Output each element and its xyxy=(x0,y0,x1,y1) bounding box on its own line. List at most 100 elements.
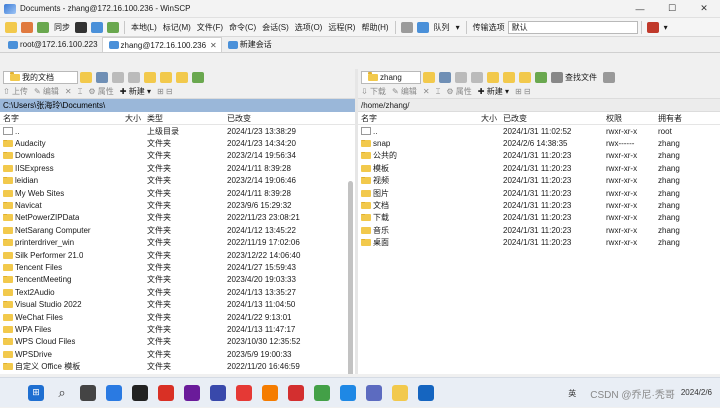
table-row[interactable]: 文档 2024/1/31 11:20:23 rwxr-xr-x zhang xyxy=(358,199,720,211)
app-icon[interactable] xyxy=(262,384,278,401)
language-indicator[interactable]: 英 xyxy=(568,388,576,399)
open-folder-icon[interactable] xyxy=(423,71,435,83)
local-drive-select[interactable]: 我的文档 xyxy=(3,70,78,84)
winscp-task-icon[interactable] xyxy=(366,384,382,401)
menu-sync[interactable]: 同步 xyxy=(51,22,73,33)
col-owner[interactable]: 拥有者 xyxy=(658,113,708,124)
table-row[interactable]: Text2Audio 文件夹 2024/1/13 13:35:27 xyxy=(0,286,355,298)
compare-icon[interactable] xyxy=(21,21,33,33)
edit-button[interactable]: ✎ 编辑 xyxy=(392,86,417,97)
menu-session[interactable]: 会话(S) xyxy=(259,22,292,33)
download-button[interactable]: ⇩ 下载 xyxy=(361,86,386,97)
local-scrollbar[interactable] xyxy=(348,181,353,391)
putty-icon[interactable] xyxy=(107,21,119,33)
table-row[interactable]: Tencent Files 文件夹 2024/1/27 15:59:43 xyxy=(0,261,355,273)
menu-queue[interactable]: 队列 xyxy=(431,22,453,33)
table-row[interactable]: 视频 2024/1/31 11:20:23 rwxr-xr-x zhang xyxy=(358,175,720,187)
app-icon[interactable] xyxy=(418,384,434,401)
folder-icon[interactable] xyxy=(5,21,17,33)
table-row[interactable]: .. 上级目录 2024/1/23 13:38:29 xyxy=(0,125,355,137)
table-row[interactable]: WeChat Files 文件夹 2024/1/22 9:13:01 xyxy=(0,311,355,323)
parent-dir-icon[interactable] xyxy=(487,71,499,83)
minimize-button[interactable]: — xyxy=(624,0,656,18)
table-row[interactable]: 图片 2024/1/31 11:20:23 rwxr-xr-x zhang xyxy=(358,187,720,199)
table-row[interactable]: NetSarang Computer 文件夹 2024/1/12 13:45:22 xyxy=(0,224,355,236)
table-row[interactable]: Silk Performer 21.0 文件夹 2023/12/22 14:06:4… xyxy=(0,249,355,261)
windows-start-icon[interactable]: ⊞ xyxy=(28,384,44,401)
menu-mark[interactable]: 标记(M) xyxy=(160,22,194,33)
table-row[interactable]: snap 2024/2/6 14:38:35 rwx------ zhang xyxy=(358,137,720,149)
file-explorer-icon[interactable] xyxy=(392,384,408,401)
parent-dir-icon[interactable] xyxy=(144,71,156,83)
table-row[interactable]: NetPowerZIPData 文件夹 2022/11/23 23:08:21 xyxy=(0,212,355,224)
local-path-bar[interactable]: C:\Users\张海玲\Documents\ xyxy=(0,99,355,112)
table-row[interactable]: 公共的 2024/1/31 11:20:23 rwxr-xr-x zhang xyxy=(358,150,720,162)
edge-icon[interactable] xyxy=(106,384,122,401)
table-row[interactable]: .. 2024/1/31 11:02:52 rwxr-xr-x root xyxy=(358,125,720,137)
refresh-icon[interactable] xyxy=(535,71,547,83)
remote-dir-select[interactable]: zhang xyxy=(361,70,421,84)
table-row[interactable]: Visual Studio 2022 文件夹 2024/1/13 11:04:50 xyxy=(0,298,355,310)
terminal-icon[interactable] xyxy=(75,21,87,33)
root-dir-icon[interactable] xyxy=(160,71,172,83)
table-row[interactable]: WPSDrive 文件夹 2023/5/9 19:00:33 xyxy=(0,348,355,360)
console-icon[interactable] xyxy=(91,21,103,33)
table-row[interactable]: 下载 2024/1/31 11:20:23 rwxr-xr-x zhang xyxy=(358,212,720,224)
chevron-down-icon[interactable]: ▾ xyxy=(453,23,463,32)
table-row[interactable]: WPS Cloud Files 文件夹 2023/10/30 12:35:52 xyxy=(0,336,355,348)
table-row[interactable]: printerdriver_win 文件夹 2022/11/19 17:02:06 xyxy=(0,237,355,249)
col-name[interactable]: 名字 xyxy=(358,113,448,124)
col-type[interactable]: 类型 xyxy=(147,113,227,124)
filter-icon[interactable] xyxy=(96,71,108,83)
transfer-settings-select[interactable]: 默认 xyxy=(507,20,638,34)
table-row[interactable]: My Web Sites 文件夹 2024/1/11 8:39:28 xyxy=(0,187,355,199)
delete-icon[interactable]: ✕ xyxy=(423,87,430,96)
menu-help[interactable]: 帮助(H) xyxy=(358,22,391,33)
chevron-down-icon[interactable]: ▾ xyxy=(661,23,671,32)
maximize-button[interactable]: ☐ xyxy=(656,0,688,18)
home-dir-icon[interactable] xyxy=(176,71,188,83)
wps-icon[interactable] xyxy=(158,384,174,401)
task-view-icon[interactable] xyxy=(80,384,96,401)
table-row[interactable]: 自定义 Office 模板 文件夹 2022/11/20 16:46:59 xyxy=(0,360,355,372)
remote-path-bar[interactable]: /home/zhang/ xyxy=(358,99,720,112)
table-row[interactable]: IISExpress 文件夹 2024/1/11 8:39:28 xyxy=(0,162,355,174)
col-changed[interactable]: 已改变 xyxy=(227,113,347,124)
tab-new-session[interactable]: 新建会话 xyxy=(222,37,276,52)
menu-local[interactable]: 本地(L) xyxy=(128,22,160,33)
menu-options[interactable]: 选项(O) xyxy=(292,22,326,33)
gear-icon[interactable] xyxy=(400,21,413,33)
forward-icon[interactable] xyxy=(471,71,483,83)
menu-command[interactable]: 命令(C) xyxy=(226,22,259,33)
terminal-app-icon[interactable] xyxy=(132,384,148,401)
refresh-icon[interactable] xyxy=(192,71,204,83)
col-rights[interactable]: 权限 xyxy=(606,113,658,124)
col-name[interactable]: 名字 xyxy=(0,113,92,124)
clock[interactable]: 2024/2/6 xyxy=(681,388,712,398)
plus-minus-icon[interactable]: ⊞ ⊟ xyxy=(157,87,173,96)
netease-music-icon[interactable] xyxy=(288,384,304,401)
table-row[interactable]: 模板 2024/1/31 11:20:23 rwxr-xr-x zhang xyxy=(358,162,720,174)
search-icon[interactable]: ⌕ xyxy=(54,385,70,401)
properties-button[interactable]: ⚙ 属性 xyxy=(446,86,471,97)
table-row[interactable]: Audacity 文件夹 2024/1/23 14:34:20 xyxy=(0,137,355,149)
qq-icon[interactable] xyxy=(340,384,356,401)
new-button[interactable]: ✚ 新建 ▾ xyxy=(478,86,509,97)
new-button[interactable]: ✚ 新建 ▾ xyxy=(120,86,151,97)
home-dir-icon[interactable] xyxy=(519,71,531,83)
transfer-preset-icon[interactable] xyxy=(646,21,659,33)
forward-icon[interactable] xyxy=(128,71,140,83)
table-row[interactable]: 桌面 2024/1/31 11:20:23 rwxr-xr-x zhang xyxy=(358,237,720,249)
visual-studio-icon[interactable] xyxy=(184,384,200,401)
table-row[interactable]: 音乐 2024/1/31 11:20:23 rwxr-xr-x zhang xyxy=(358,224,720,236)
close-button[interactable]: ✕ xyxy=(688,0,720,18)
table-row[interactable]: Navicat 文件夹 2023/9/6 15:29:32 xyxy=(0,199,355,211)
col-size[interactable]: 大小 xyxy=(448,113,503,124)
plus-minus-icon[interactable]: ⊞ ⊟ xyxy=(515,87,531,96)
tab-zhang-session[interactable]: zhang@172.16.100.236 ✕ xyxy=(101,37,222,52)
binoculars-icon[interactable] xyxy=(603,71,615,83)
rename-icon[interactable]: ⌶ xyxy=(436,87,441,97)
table-row[interactable]: WPA Files 文件夹 2024/1/13 11:47:17 xyxy=(0,323,355,335)
col-changed[interactable]: 已改变 xyxy=(503,113,606,124)
rename-icon[interactable]: ⌶ xyxy=(78,87,83,97)
